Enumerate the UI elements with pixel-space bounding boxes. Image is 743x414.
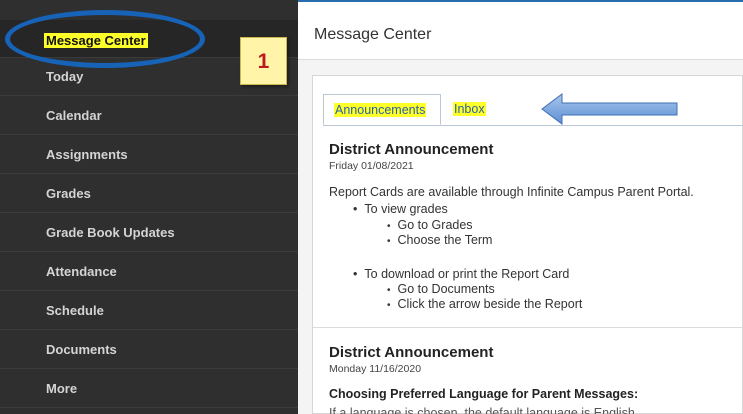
sidebar-item-documents[interactable]: Documents <box>0 331 298 369</box>
tab-announcements[interactable]: Announcements <box>323 94 441 125</box>
pointer-arrow-icon <box>541 93 678 125</box>
sidebar-item-label: Grades <box>46 186 91 201</box>
tab-divider <box>323 125 743 126</box>
highlight-ring <box>5 10 205 68</box>
list-item: To download or print the Report Card <box>353 267 569 281</box>
announcement-title: District Announcement <box>329 141 494 158</box>
announcements-panel: Announcements Inbox District Announcemen… <box>312 75 743 414</box>
sidebar-item-label: More <box>46 381 78 396</box>
sidebar-item-more[interactable]: More <box>0 370 298 408</box>
list-item: To view grades <box>353 202 447 216</box>
page-header: Message Center <box>298 0 743 60</box>
announcement-divider <box>313 327 743 328</box>
main-content: Message Center Announcements Inbox Distr… <box>298 0 743 414</box>
announcement-body: If a language is chosen, the default lan… <box>329 406 646 414</box>
sidebar-item-label: Grade Book Updates <box>46 225 175 240</box>
sidebar-item-label: Today <box>46 69 84 84</box>
tab-label: Announcements <box>334 103 427 117</box>
sidebar-item-assignments[interactable]: Assignments <box>0 136 298 174</box>
tab-label: Inbox <box>453 102 486 116</box>
list-item: Click the arrow beside the Report <box>387 297 583 311</box>
sidebar-item-grade-book-updates[interactable]: Grade Book Updates <box>0 214 298 252</box>
sidebar-item-label: Calendar <box>46 108 102 123</box>
page-title: Message Center <box>314 26 432 43</box>
sidebar-item-attendance[interactable]: Attendance <box>0 253 298 291</box>
sidebar-item-label: Assignments <box>46 147 128 162</box>
announcement-intro: Report Cards are available through Infin… <box>329 185 694 199</box>
announcement-title: District Announcement <box>329 344 494 361</box>
list-item: Go to Documents <box>387 282 495 296</box>
sidebar-item-calendar[interactable]: Calendar <box>0 97 298 135</box>
announcement-date: Monday 11/16/2020 <box>329 363 422 375</box>
step-number: 1 <box>257 50 270 73</box>
sidebar-item-grades[interactable]: Grades <box>0 175 298 213</box>
sidebar-item-label: Attendance <box>46 264 117 279</box>
sidebar-item-label: Documents <box>46 342 117 357</box>
list-item: Choose the Term <box>387 233 493 247</box>
list-item: Go to Grades <box>387 218 473 232</box>
step-badge: 1 <box>240 37 287 85</box>
announcement-date: Friday 01/08/2021 <box>329 160 414 172</box>
sidebar-item-label: Schedule <box>46 303 104 318</box>
sidebar-item-schedule[interactable]: Schedule <box>0 292 298 330</box>
announcement-subheading: Choosing Preferred Language for Parent M… <box>329 387 639 401</box>
tab-inbox[interactable]: Inbox <box>453 94 523 125</box>
